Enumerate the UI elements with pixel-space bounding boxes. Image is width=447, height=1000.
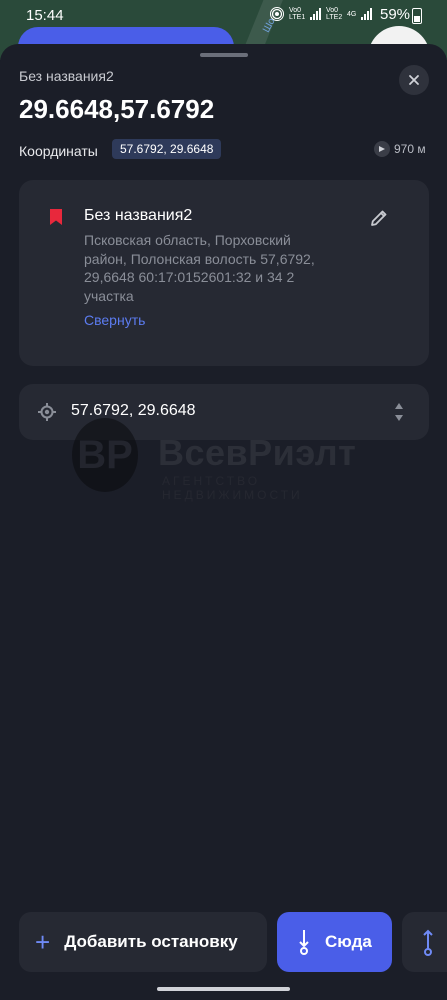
distance-indicator: 970 м <box>374 141 426 157</box>
status-bar: 15:44 Vo0 LTE1 Vo0 LTE2 4G 59% <box>0 0 447 30</box>
watermark: ВР ВсевРиэлт АГЕНТСТВО НЕДВИЖИМОСТИ <box>72 418 382 502</box>
add-stop-label: Добавить остановку <box>64 932 238 951</box>
watermark-logo: ВР <box>72 418 138 492</box>
signal-icon-2 <box>361 8 373 20</box>
gesture-bar[interactable] <box>157 987 290 991</box>
close-icon <box>409 75 419 85</box>
status-icons: Vo0 LTE1 Vo0 LTE2 4G <box>270 7 373 21</box>
route-arrow-icon <box>423 929 433 956</box>
coordinates-label: Координаты <box>19 143 98 159</box>
sim1-label: Vo0 LTE1 <box>289 7 306 21</box>
network-label: 4G <box>347 10 357 18</box>
card-title: Без названия2 <box>84 207 193 224</box>
format-toggle-icon[interactable] <box>393 401 405 423</box>
battery-percent: 59% <box>380 6 411 23</box>
hotspot-icon <box>270 7 284 21</box>
card-address: Псковская область, Порховский район, Пол… <box>84 232 315 304</box>
destination-pin-icon <box>299 930 309 955</box>
distance-value: 970 м <box>394 142 426 156</box>
sheet-drag-handle[interactable] <box>200 53 248 57</box>
route-here-button[interactable]: Сюда <box>277 912 392 972</box>
plus-icon: + <box>35 927 51 957</box>
signal-icon-1 <box>310 8 321 20</box>
battery-icon <box>412 8 422 24</box>
coordinates-chip[interactable]: 57.6792, 29.6648 <box>112 139 222 159</box>
status-time: 15:44 <box>26 7 64 24</box>
watermark-tagline: АГЕНТСТВО НЕДВИЖИМОСТИ <box>162 474 303 502</box>
add-stop-button[interactable]: + Добавить остановку <box>19 912 267 972</box>
sim2-label: Vo0 LTE2 <box>326 7 343 21</box>
address-card: Без названия2 Псковская область, Порховс… <box>19 180 429 366</box>
direction-icon <box>374 141 390 157</box>
bottom-action-bar: + Добавить остановку Сюда <box>0 912 447 974</box>
pencil-icon[interactable] <box>369 208 389 228</box>
close-button[interactable] <box>399 65 429 95</box>
route-from-button[interactable] <box>402 912 447 972</box>
place-title: Без названия2 <box>19 68 114 84</box>
crosshair-icon <box>38 403 56 421</box>
bookmark-icon <box>50 209 62 225</box>
place-sheet: Без названия2 29.6648,57.6792 Координаты… <box>0 44 447 1000</box>
collapse-link[interactable]: Свернуть <box>84 312 145 328</box>
route-here-label: Сюда <box>325 932 372 951</box>
watermark-brand: ВсевРиэлт <box>158 432 357 473</box>
coordinates-heading: 29.6648,57.6792 <box>19 94 215 124</box>
